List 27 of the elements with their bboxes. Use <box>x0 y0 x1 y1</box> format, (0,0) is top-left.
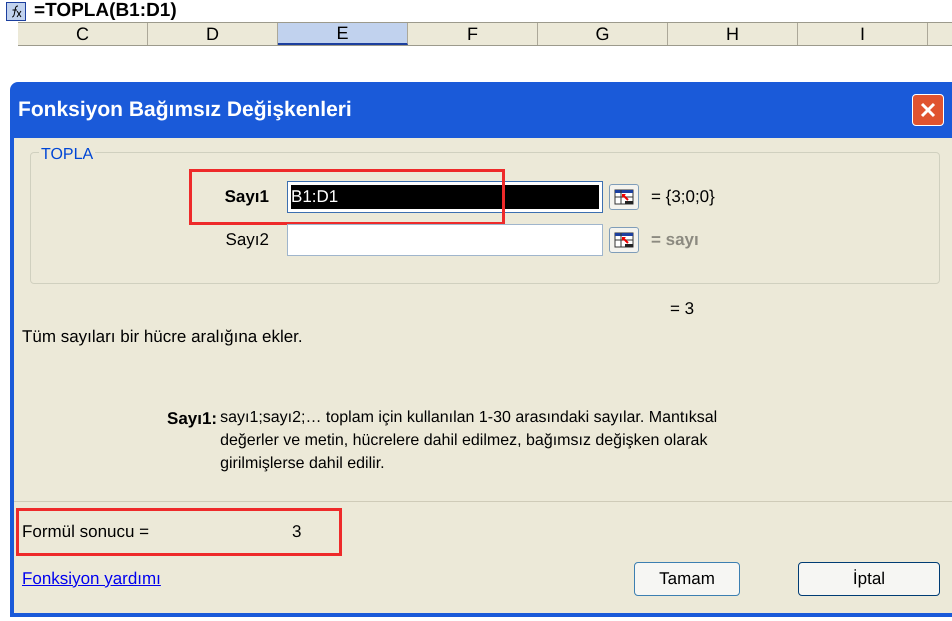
column-header[interactable]: H <box>668 23 798 45</box>
column-header[interactable]: G <box>538 23 668 45</box>
help-text: sayı1;sayı2;… toplam için kullanılan 1-30 arasındaki sayılar. Mantıksal değerler ve metin, hücrelere dahil edilmez, bağımsız değişken olarak girilmişlerse dahil edilir. <box>220 408 718 474</box>
dialog-button[interactable]: Tamam <box>634 562 740 596</box>
function-description: Tüm sayıları bir hücre aralığına ekler. <box>22 326 304 348</box>
close-button[interactable] <box>912 94 944 126</box>
range-select-icon[interactable] <box>609 184 639 210</box>
column-header[interactable]: C <box>18 23 148 45</box>
formula-text: =TOPLA(B1:D1) <box>34 0 177 23</box>
column-header[interactable]: E <box>278 23 408 45</box>
formula-result-value: 3 <box>292 520 302 543</box>
help-label: Sayı1: <box>167 408 218 430</box>
help-link[interactable]: Fonksiyon yardımı <box>22 566 161 592</box>
function-icon[interactable] <box>6 2 26 20</box>
range-select-icon[interactable] <box>609 226 639 252</box>
argument-result: = sayı <box>651 228 699 251</box>
dialog-button[interactable]: İptal <box>798 562 940 596</box>
column-header[interactable]: F <box>408 23 538 45</box>
formula-result-label: Formül sonucu = <box>22 520 150 543</box>
function-result: = 3 <box>670 299 694 318</box>
close-icon <box>919 101 937 119</box>
argument-result: = {3;0;0} <box>651 186 715 208</box>
argument-label: Sayı2 <box>224 228 270 251</box>
column-header[interactable]: I <box>798 23 928 45</box>
argument-label: Sayı1 <box>224 186 270 208</box>
window-title: Fonksiyon Bağımsız Değişkenleri <box>18 97 352 124</box>
argument-field[interactable] <box>287 224 603 256</box>
